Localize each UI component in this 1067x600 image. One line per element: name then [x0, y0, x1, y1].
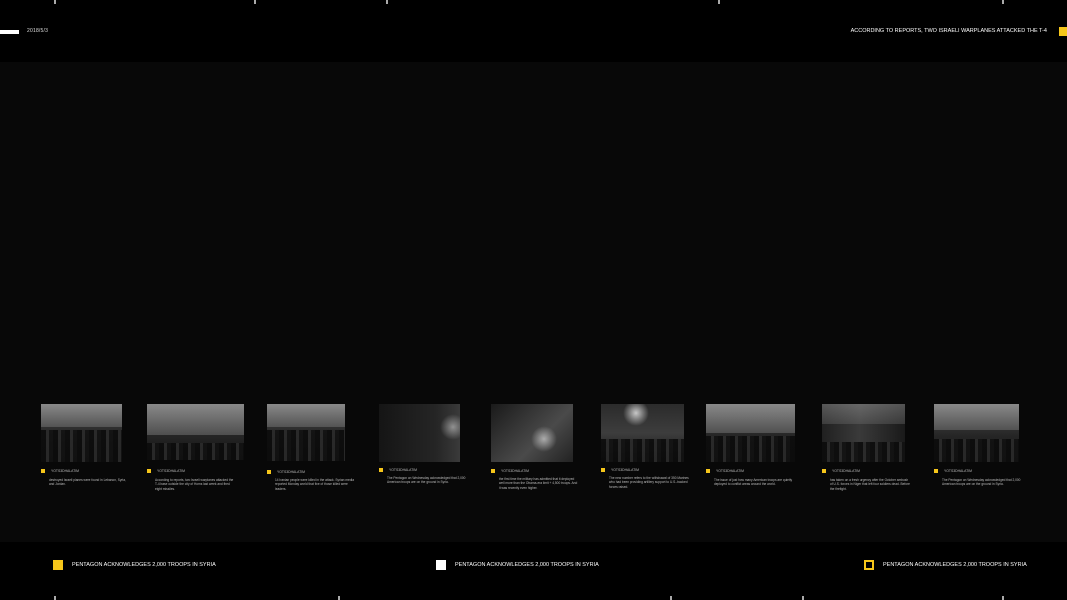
card-tag: YOTS3DHALATIM	[832, 469, 861, 473]
timeline-tick	[1002, 0, 1004, 4]
card-meta: YOTS3DHALATIM	[601, 468, 639, 472]
news-photo	[267, 404, 345, 461]
timeline-tick	[718, 0, 720, 4]
timeline-tick	[670, 596, 672, 600]
card-caption: The Pentagon on Wednesday acknowledged t…	[942, 478, 1021, 487]
news-photo	[601, 404, 684, 462]
card-meta: YOTS3DHALATIM	[706, 469, 744, 473]
headline-text: ACCORDING TO REPORTS, TWO ISRAELI WARPLA…	[850, 28, 1047, 34]
card-marker	[147, 469, 151, 473]
news-card: YOTS3DHALATIM has taken on a fresh urgen…	[822, 404, 910, 491]
ticker-item: PENTAGON ACKNOWLEDGES 2,000 TROOPS IN SY…	[864, 560, 1027, 570]
bottom-band	[0, 542, 1067, 600]
ticker-marker	[864, 560, 874, 570]
news-card: YOTS3DHALATIM destroyed Israeli planes w…	[41, 404, 126, 486]
card-tag: YOTS3DHALATIM	[51, 469, 80, 473]
card-meta: YOTS3DHALATIM	[491, 469, 529, 473]
news-photo	[822, 404, 905, 462]
card-meta: YOTS3DHALATIM	[41, 469, 79, 473]
date-label: 2018/5/3	[27, 28, 49, 34]
card-tag: YOTS3DHALATIM	[716, 469, 745, 473]
card-marker	[267, 470, 271, 474]
card-tag: YOTS3DHALATIM	[277, 470, 306, 474]
card-marker	[822, 469, 826, 473]
card-caption: The issue of just how many American troo…	[714, 478, 793, 487]
card-meta: YOTS3DHALATIM	[822, 469, 860, 473]
card-tag: YOTS3DHALATIM	[389, 468, 418, 472]
news-photo	[379, 404, 460, 462]
ticker-item: PENTAGON ACKNOWLEDGES 2,000 TROOPS IN SY…	[53, 560, 216, 570]
news-card: YOTS3DHALATIM the first time the militar…	[491, 404, 577, 490]
card-marker	[601, 468, 605, 472]
news-card: YOTS3DHALATIM The Pentagon on Wednesday …	[934, 404, 1020, 486]
video-frame: 2018/5/3 ACCORDING TO REPORTS, TWO ISRAE…	[0, 0, 1067, 600]
news-card: YOTS3DHALATIM The Pentagon on Wednesday …	[379, 404, 465, 484]
ticker-text: PENTAGON ACKNOWLEDGES 2,000 TROOPS IN SY…	[455, 562, 599, 568]
timeline-tick	[338, 596, 340, 600]
timeline-tick	[386, 0, 388, 4]
timeline-tick	[54, 0, 56, 4]
card-caption: The new number refers to the withdrawal …	[609, 476, 689, 489]
card-tag: YOTS3DHALATIM	[611, 468, 640, 472]
news-card: YOTS3DHALATIM 14 Iranian people were kil…	[267, 404, 354, 491]
ticker-item: PENTAGON ACKNOWLEDGES 2,000 TROOPS IN SY…	[436, 560, 599, 570]
card-meta: YOTS3DHALATIM	[934, 469, 972, 473]
timeline-tick	[1002, 596, 1004, 600]
card-caption: the first time the military has admitted…	[499, 477, 578, 490]
card-tag: YOTS3DHALATIM	[501, 469, 530, 473]
news-card: YOTS3DHALATIM According to reports, two …	[147, 404, 244, 491]
headline-marker	[1059, 27, 1067, 36]
news-card: YOTS3DHALATIM The new number refers to t…	[601, 404, 689, 489]
news-photo	[934, 404, 1019, 462]
date-bar	[0, 30, 19, 34]
ticker-text: PENTAGON ACKNOWLEDGES 2,000 TROOPS IN SY…	[883, 562, 1027, 568]
card-caption: According to reports, two Israeli warpla…	[155, 478, 234, 491]
card-caption: has taken on a fresh urgency after the O…	[830, 478, 910, 491]
card-caption: The Pentagon on Wednesday acknowledged t…	[387, 476, 466, 485]
timeline-tick	[54, 596, 56, 600]
card-meta: YOTS3DHALATIM	[379, 468, 417, 472]
card-marker	[491, 469, 495, 473]
news-photo	[41, 404, 122, 462]
ticker-marker	[436, 560, 446, 570]
card-marker	[41, 469, 45, 473]
timeline-tick	[802, 596, 804, 600]
ticker-marker	[53, 560, 63, 570]
news-photo	[706, 404, 795, 462]
card-caption: destroyed Israeli planes were found in L…	[49, 478, 126, 487]
card-meta: YOTS3DHALATIM	[147, 469, 185, 473]
card-marker	[379, 468, 383, 472]
card-meta: YOTS3DHALATIM	[267, 470, 305, 474]
news-photo	[147, 404, 244, 460]
card-tag: YOTS3DHALATIM	[944, 469, 973, 473]
card-marker	[706, 469, 710, 473]
card-marker	[934, 469, 938, 473]
card-tag: YOTS3DHALATIM	[157, 469, 186, 473]
timeline-tick	[254, 0, 256, 4]
news-photo	[491, 404, 573, 462]
news-card: YOTS3DHALATIM The issue of just how many…	[706, 404, 795, 486]
card-caption: 14 Iranian people were killed in the att…	[275, 478, 355, 491]
ticker-text: PENTAGON ACKNOWLEDGES 2,000 TROOPS IN SY…	[72, 562, 216, 568]
